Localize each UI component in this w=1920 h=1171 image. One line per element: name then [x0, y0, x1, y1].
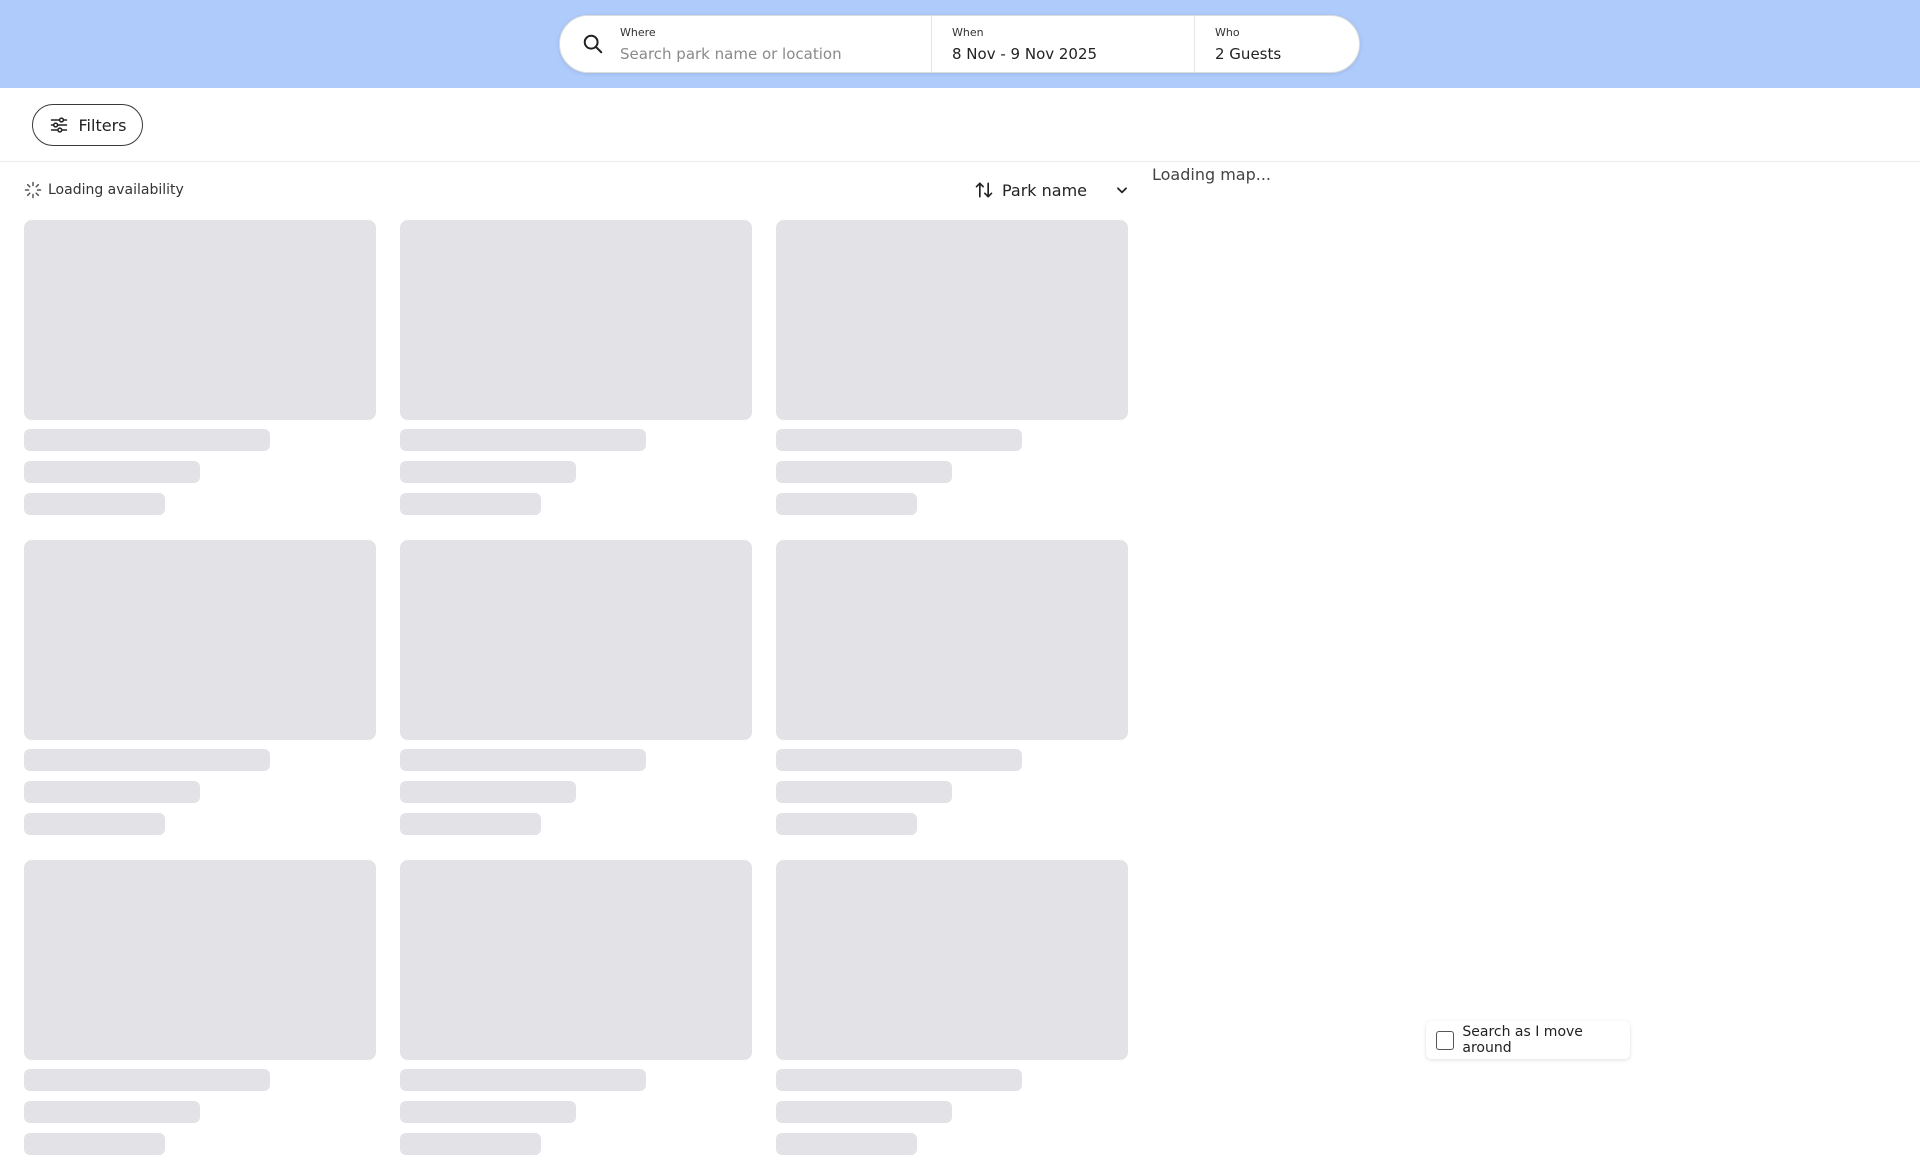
skeleton-line	[400, 1101, 576, 1123]
skeleton-card	[24, 860, 376, 1156]
map-panel[interactable]: Loading map... Search as I move around	[1152, 162, 1920, 1171]
results-grid	[24, 220, 1129, 1156]
loading-availability-text: Loading availability	[48, 182, 184, 198]
where-input[interactable]	[620, 44, 900, 63]
skeleton-card	[400, 540, 752, 836]
skeleton-line	[400, 813, 541, 835]
skeleton-line	[24, 1069, 270, 1091]
when-value: 8 Nov - 9 Nov 2025	[952, 44, 1098, 63]
skeleton-line	[24, 1133, 165, 1155]
skeleton-line	[24, 749, 270, 771]
skeleton-line	[776, 1101, 952, 1123]
search-button[interactable]	[560, 16, 620, 72]
skeleton-line	[24, 429, 270, 451]
site-header: Where When 8 Nov - 9 Nov 2025 Who 2 Gues…	[0, 0, 1920, 88]
skeleton-line	[24, 493, 165, 515]
skeleton-line	[776, 781, 952, 803]
skeleton-line	[24, 461, 200, 483]
spinner-icon	[24, 181, 42, 199]
results-header: Loading availability Park name	[24, 162, 1129, 220]
sort-select[interactable]: Park name	[974, 180, 1129, 200]
skeleton-image	[776, 220, 1128, 420]
skeleton-line	[400, 493, 541, 515]
skeleton-line	[776, 429, 1022, 451]
who-field[interactable]: Who 2 Guests	[1194, 16, 1359, 72]
skeleton-line	[400, 1069, 646, 1091]
skeleton-card	[400, 220, 752, 516]
search-icon	[583, 34, 603, 54]
skeleton-image	[24, 220, 376, 420]
skeleton-line	[776, 493, 917, 515]
when-label: When	[952, 25, 984, 39]
sort-label: Park name	[1001, 180, 1087, 200]
filters-button[interactable]: Filters	[32, 104, 143, 146]
skeleton-card	[24, 220, 376, 516]
loading-availability: Loading availability	[24, 181, 184, 199]
skeleton-line	[776, 1069, 1022, 1091]
skeleton-card	[776, 540, 1128, 836]
map-loading-text: Loading map...	[1152, 165, 1272, 184]
skeleton-line	[400, 429, 646, 451]
skeleton-image	[24, 540, 376, 740]
when-field[interactable]: When 8 Nov - 9 Nov 2025	[931, 16, 1194, 72]
skeleton-image	[24, 860, 376, 1060]
chevron-down-icon	[1117, 187, 1127, 194]
who-value: 2 Guests	[1215, 44, 1282, 63]
skeleton-line	[400, 461, 576, 483]
filter-bar: Filters	[0, 88, 1920, 162]
search-as-move-checkbox[interactable]	[1436, 1030, 1455, 1050]
skeleton-image	[776, 540, 1128, 740]
search-bar[interactable]: Where When 8 Nov - 9 Nov 2025 Who 2 Gues…	[559, 15, 1360, 73]
where-label: Where	[620, 25, 656, 39]
skeleton-image	[400, 860, 752, 1060]
where-field[interactable]: Where	[620, 16, 931, 72]
skeleton-image	[776, 860, 1128, 1060]
skeleton-card	[776, 860, 1128, 1156]
results-panel: Loading availability Park name	[24, 162, 1129, 1156]
skeleton-line	[400, 781, 576, 803]
skeleton-line	[400, 749, 646, 771]
who-label: Who	[1215, 25, 1240, 39]
skeleton-line	[400, 1133, 541, 1155]
filters-label: Filters	[78, 115, 127, 135]
skeleton-card	[24, 540, 376, 836]
sliders-icon	[50, 117, 67, 133]
search-as-move-label: Search as I move around	[1462, 1024, 1583, 1056]
skeleton-line	[24, 813, 165, 835]
skeleton-card	[400, 860, 752, 1156]
skeleton-image	[400, 220, 752, 420]
skeleton-card	[776, 220, 1128, 516]
search-as-move-toggle[interactable]: Search as I move around	[1426, 1021, 1630, 1059]
skeleton-image	[400, 540, 752, 740]
skeleton-line	[24, 1101, 200, 1123]
skeleton-line	[24, 781, 200, 803]
skeleton-line	[776, 1133, 917, 1155]
skeleton-line	[776, 461, 952, 483]
skeleton-line	[776, 813, 917, 835]
skeleton-line	[776, 749, 1022, 771]
sort-arrows-icon	[975, 182, 993, 198]
